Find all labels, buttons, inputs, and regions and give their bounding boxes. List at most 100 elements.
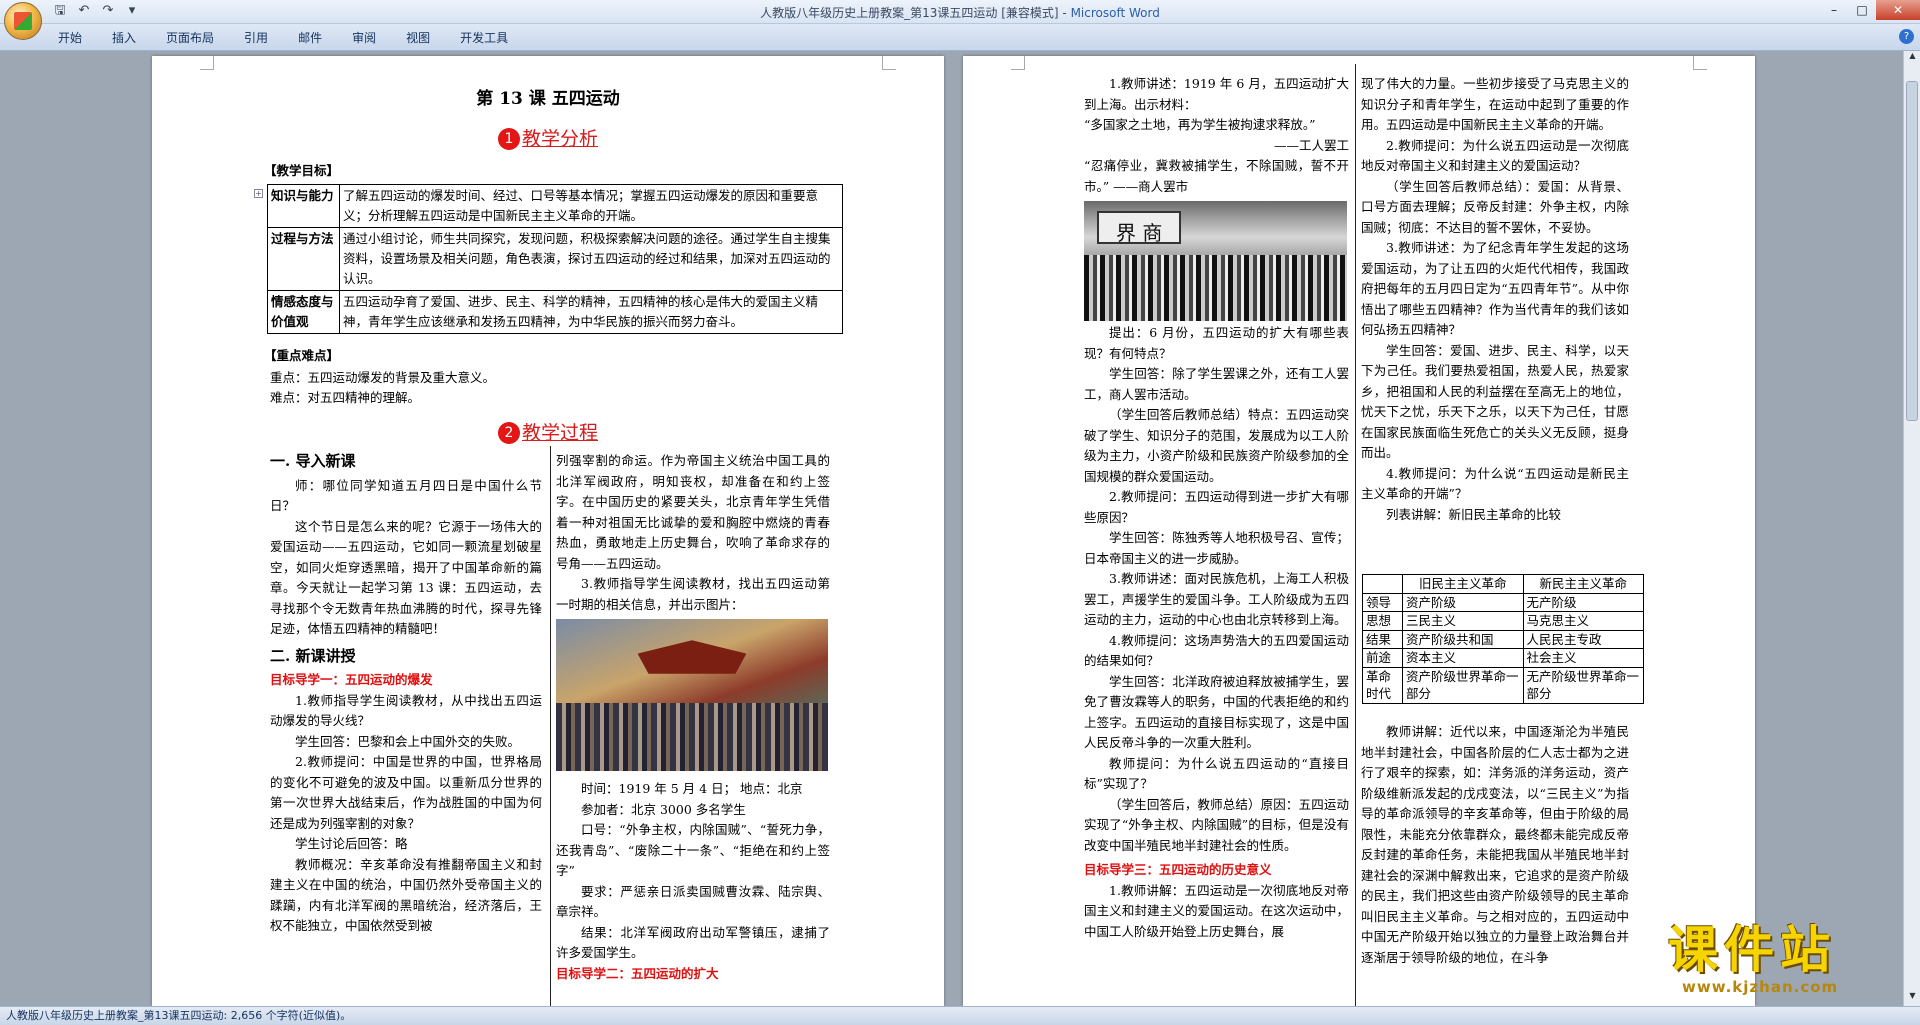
table-cell: 资产阶级 xyxy=(1402,592,1524,612)
lesson-title: 第 13 课 五四运动 xyxy=(476,89,620,109)
column-divider xyxy=(550,446,551,1006)
paragraph: 1.教师讲解：五四运动是一次彻底地反对帝国主义和封建主义的爱国运动。在这次运动中… xyxy=(1084,882,1349,939)
table-cell: 马克思主义 xyxy=(1522,611,1644,631)
paragraph: 学生回答：北洋政府被迫释放被捕学生，罢免了曹汝霖等人的职务，中国的代表拒绝的和约… xyxy=(1084,673,1349,751)
goals-row: 知识与能力 了解五四运动的爆发时间、经过、口号等基本情况；掌握五四运动爆发的原因和… xyxy=(267,184,843,228)
minimize-button[interactable]: – xyxy=(1820,0,1848,20)
p2-right-column-2: 教师讲解：近代以来，中国逐渐沦为半殖民地半封建社会，中国各阶层的仁人志士都为之进… xyxy=(1361,722,1629,968)
tab-4[interactable]: 邮件 xyxy=(298,29,322,46)
page-2[interactable]: 1.教师讲述：1919 年 6 月，五四运动扩大到上海。出示材料： “多国家之土地… xyxy=(963,56,1755,1006)
vertical-scrollbar[interactable]: ▲ ▼ xyxy=(1903,51,1920,1006)
p2-left-paragraphs-2: 提出：6 月份，五四运动的扩大有哪些表现？有何特点？ 学生回答：除了学生罢课之外，… xyxy=(1084,323,1349,856)
table-row: 思想 三民主义 马克思主义 xyxy=(1362,611,1644,631)
p2-right-paragraphs-2: 教师讲解：近代以来，中国逐渐沦为半殖民地半封建社会，中国各阶层的仁人志士都为之进… xyxy=(1361,722,1629,968)
goal-key: 知识与能力 xyxy=(267,184,340,228)
tab-1[interactable]: 插入 xyxy=(112,29,136,46)
status-bar: 人教版八年级历史上册教案_第13课五四运动: 2,656 个字符(近似值)。 xyxy=(0,1006,1920,1025)
tab-5[interactable]: 审阅 xyxy=(352,29,376,46)
window-controls: – □ ✕ xyxy=(1820,0,1920,20)
difficulty-point: 难点：对五四精神的理解。 xyxy=(270,390,421,405)
table-cell: 领导 xyxy=(1362,592,1403,612)
paragraph: 结果：北洋军阀政府出动军警镇压，逮捕了许多爱国学生。 xyxy=(556,924,830,961)
strike-photo-image[interactable]: 界 商 xyxy=(1084,201,1347,321)
paragraph: 列强宰割的命运。作为帝国主义统治中国工具的北洋军阀政府，明知丧权，却准备在和约上… xyxy=(556,453,830,571)
column-divider xyxy=(1355,64,1356,1006)
section-title-intro: 一. 导入新课 xyxy=(270,452,356,470)
paragraph: 时间：1919 年 5 月 4 日； 地点：北京 xyxy=(581,781,803,796)
goal-heading-2: 目标导学二：五四运动的扩大 xyxy=(556,965,719,981)
section-title-new: 二. 新课讲授 xyxy=(270,646,356,665)
p1-left-column: 一. 导入新课 师：哪位同学知道五月四日是中国什么节日？ 这个节日是怎么来的呢？它… xyxy=(270,451,542,937)
ribbon-tabs: 开始 插入 页面布局 引用 邮件 审阅 视图 开发工具 xyxy=(58,29,508,46)
paragraph: 学生回答：爱国、进步、民主、科学，以天下为己任。我们要热爱祖国，热爱人民，热爱家… xyxy=(1361,342,1629,461)
table-cell: 社会主义 xyxy=(1522,648,1644,668)
paragraph: （学生回答后教师总结）特点：五四运动突破了学生、知识分子的范围，发展成为以工人阶… xyxy=(1084,407,1349,484)
paragraph: 列表讲解：新旧民主革命的比较 xyxy=(1386,506,1562,522)
table-row: 领导 资产阶级 无产阶级 xyxy=(1362,592,1644,612)
p2-left-paragraphs: 1.教师讲述：1919 年 6 月，五四运动扩大到上海。出示材料： “多国家之土地… xyxy=(1084,74,1349,197)
paragraph: 学生回答：陈独秀等人地积极号召、宣传；日本帝国主义的进一步威胁。 xyxy=(1084,530,1349,566)
paragraph: 4.教师提问：为什么说“五四运动是新民主主义革命的开端”？ xyxy=(1361,465,1629,502)
paragraph: 2.教师提问：为什么说五四运动是一次彻底地反对帝国主义和封建主义的爱国运动？ xyxy=(1361,137,1629,174)
paragraph: 要求：严惩亲日派卖国贼曹汝霖、陆宗舆、章宗祥。 xyxy=(556,883,830,920)
paragraph: 学生回答：除了学生罢课之外，还有工人罢工，商人罢市活动。 xyxy=(1084,366,1349,402)
key-points-label: 【重点难点】 xyxy=(264,348,340,363)
shop-sign: 界 商 xyxy=(1097,210,1182,245)
paragraph: 教师概况：辛亥革命没有推翻帝国主义和封建主义在中国的统治，中国仍然外受帝国主义的… xyxy=(270,856,542,934)
table-row: 革命时代 资产阶级世界革命一部分 无产阶级世界革命一部分 xyxy=(1362,666,1644,704)
number-badge: 2 xyxy=(497,422,520,444)
help-icon[interactable]: ? xyxy=(1899,29,1914,44)
office-logo-icon xyxy=(14,12,32,30)
scroll-up-icon[interactable]: ▲ xyxy=(1904,51,1920,66)
watermark-text: 课件站 xyxy=(1668,921,1836,979)
may-fourth-painting-image[interactable] xyxy=(556,619,828,771)
tab-2[interactable]: 页面布局 xyxy=(166,29,214,46)
paragraph: （学生回答后，教师总结）原因：五四运动实现了“外争主权、内除国贼”的目标，但是没… xyxy=(1084,796,1349,853)
p1-left-paragraphs-2: 1.教师指导学生阅读教材，从中找出五四运动爆发的导火线？ 学生回答：巴黎和会上中国… xyxy=(270,691,542,937)
paragraph: 参加者：北京 3000 多名学生 xyxy=(581,801,746,817)
page-1[interactable]: 第 13 课 五四运动 1 教学分析 【教学目标】 + 知识与能力 了解五四运动的爆… xyxy=(152,56,944,1006)
table-cell: 思想 xyxy=(1362,611,1403,631)
window-title: 人教版八年级历史上册教案_第13课五四运动 [兼容模式] - Microsoft… xyxy=(0,4,1920,21)
paragraph: 学生回答：巴黎和会上中国外交的失败。 xyxy=(295,733,521,749)
section-heading-process: 2 教学过程 xyxy=(152,418,944,445)
office-button[interactable] xyxy=(4,2,42,40)
paragraph: 现了伟大的力量。一些初步接受了马克思主义的知识分子和青年学生，在运动中起到了重要… xyxy=(1361,76,1629,132)
scroll-thumb[interactable] xyxy=(1906,81,1918,421)
p2-right-column: 现了伟大的力量。一些初步接受了马克思主义的知识分子和青年学生，在运动中起到了重要… xyxy=(1361,74,1629,525)
paragraph: 4.教师提问：这场声势浩大的五四爱国运动的结果如何？ xyxy=(1084,632,1349,669)
goal-key: 过程与方法 xyxy=(267,227,340,291)
table-move-handle-icon[interactable]: + xyxy=(254,189,263,198)
table-header-cell: 新民主主义革命 xyxy=(1522,574,1644,594)
crop-mark xyxy=(882,56,896,70)
table-cell: 资产阶级共和国 xyxy=(1402,629,1524,649)
close-button[interactable]: ✕ xyxy=(1876,0,1920,20)
paragraph: 口号：“外争主权，内除国贼”、“誓死力争，还我青岛”、“废除二十一条”、“拒绝在… xyxy=(556,822,830,878)
goal-heading-1: 目标导学一：五四运动的爆发 xyxy=(270,672,433,687)
document-title: 人教版八年级历史上册教案_第13课五四运动 [兼容模式] - xyxy=(760,6,1071,20)
goals-table: 知识与能力 了解五四运动的爆发时间、经过、口号等基本情况；掌握五四运动爆发的原因和… xyxy=(267,184,843,334)
ribbon-tab-bar: 开始 插入 页面布局 引用 邮件 审阅 视图 开发工具 ? xyxy=(0,24,1920,51)
p2-right-paragraphs: 现了伟大的力量。一些初步接受了马克思主义的知识分子和青年学生，在运动中起到了重要… xyxy=(1361,74,1629,525)
table-row: 结果 资产阶级共和国 人民民主专政 xyxy=(1362,629,1644,649)
table-cell: 无产阶级世界革命一部分 xyxy=(1522,666,1644,704)
revolution-comparison-table: 旧民主主义革命 新民主主义革命 领导 资产阶级 无产阶级 思想 三民主义 马克思主义 结果 资产阶… xyxy=(1362,574,1644,704)
crop-mark xyxy=(1011,56,1025,70)
tab-0[interactable]: 开始 xyxy=(58,29,82,46)
table-cell: 前途 xyxy=(1362,648,1403,668)
tab-7[interactable]: 开发工具 xyxy=(460,29,508,46)
crowd xyxy=(1084,255,1347,321)
paragraph: 2.教师提问：五四运动得到进一步扩大有哪些原因？ xyxy=(1084,489,1349,525)
table-cell: 人民民主专政 xyxy=(1522,629,1644,649)
crowd xyxy=(556,702,828,771)
table-cell: 革命时代 xyxy=(1362,666,1403,704)
p1-left-paragraphs: 师：哪位同学知道五月四日是中国什么节日？ 这个节日是怎么来的呢？它源于一场伟大的爱… xyxy=(270,476,542,640)
tab-6[interactable]: 视图 xyxy=(406,29,430,46)
p1-right-column: 列强宰割的命运。作为帝国主义统治中国工具的北洋军阀政府，明知丧权，却准备在和约上… xyxy=(556,451,830,984)
paragraph: 教师提问：为什么说五四运动的“直接目标”实现了？ xyxy=(1084,755,1349,792)
paragraph: “多国家之土地，再为学生被拘逮求释放。” xyxy=(1084,117,1316,132)
table-cell: 资本主义 xyxy=(1402,648,1524,668)
goal-key: 情感态度与价值观 xyxy=(267,290,340,334)
maximize-button[interactable]: □ xyxy=(1848,0,1876,20)
tab-3[interactable]: 引用 xyxy=(244,29,268,46)
